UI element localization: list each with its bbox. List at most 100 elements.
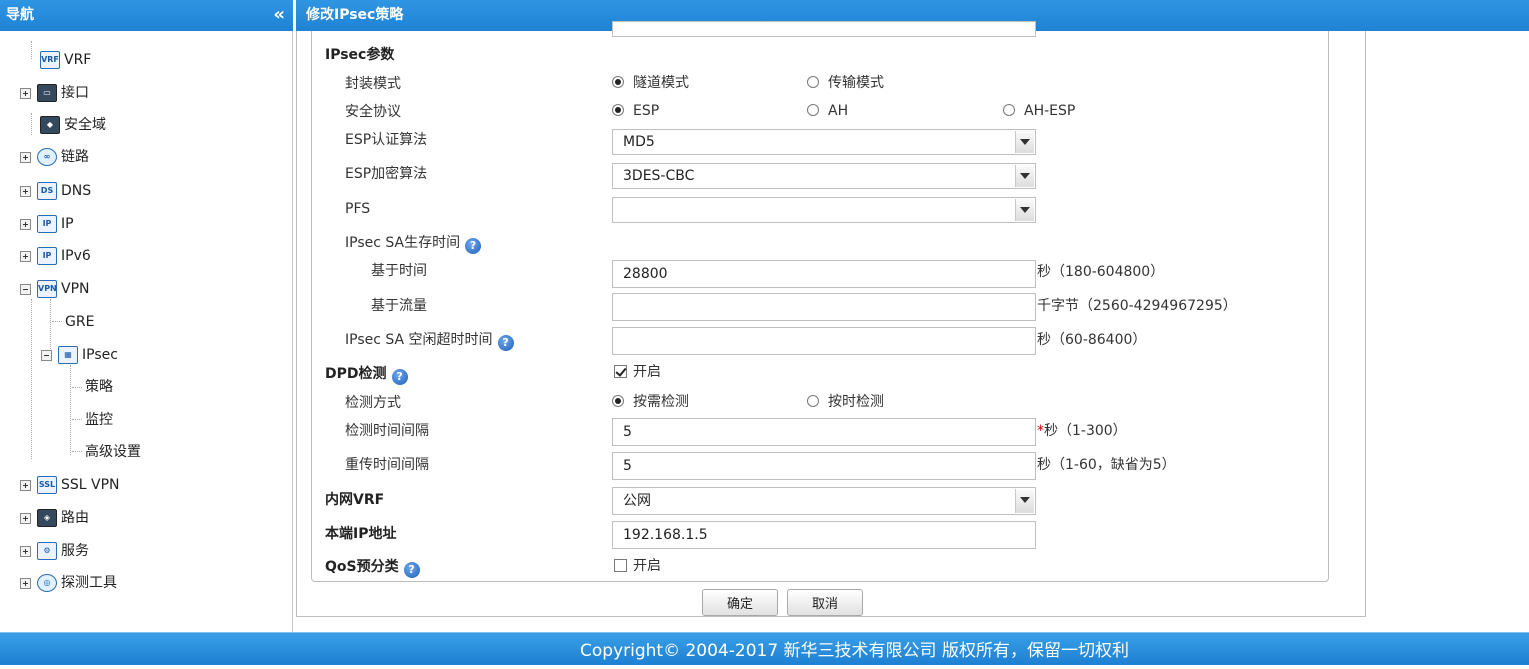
pfs-select[interactable] xyxy=(612,197,1036,223)
radio-transport-mode[interactable]: 传输模式 xyxy=(807,73,884,93)
vpn-icon: VPN xyxy=(37,280,57,298)
sidebar-item-label: IPv6 xyxy=(61,248,91,264)
chevron-down-icon[interactable] xyxy=(1015,165,1034,187)
sidebar-item-label: 服务 xyxy=(61,543,89,559)
retrans-interval-unit: 秒（1-60，缺省为5） xyxy=(1037,457,1176,473)
chevron-down-icon[interactable] xyxy=(1015,199,1034,221)
radio-dot xyxy=(612,395,624,407)
sidebar-item-service[interactable]: ⚙ 服务 xyxy=(20,539,89,563)
expand-icon[interactable] xyxy=(20,577,31,589)
link-icon: ∞ xyxy=(37,148,57,166)
previous-field-edge[interactable] xyxy=(612,21,1036,37)
time-based-input[interactable] xyxy=(612,260,1036,288)
sidebar-item-security-zone[interactable]: ◆ 安全域 xyxy=(40,113,106,137)
help-icon[interactable]: ? xyxy=(391,369,408,385)
collapse-nav-icon[interactable]: « xyxy=(273,0,285,30)
dpd-enable-checkbox[interactable]: 开启 xyxy=(614,362,661,382)
help-icon[interactable]: ? xyxy=(403,562,420,578)
expand-icon[interactable] xyxy=(20,479,31,491)
radio-label: 按需检测 xyxy=(633,394,689,410)
sidebar-item-ssl-vpn[interactable]: SSL SSL VPN xyxy=(20,473,120,497)
sidebar-item-ipsec[interactable]: ▦ IPsec xyxy=(41,343,118,367)
radio-label: 隧道模式 xyxy=(633,75,689,91)
ok-button[interactable]: 确定 xyxy=(702,589,778,616)
sidebar-item-gre[interactable]: GRE xyxy=(65,310,94,334)
time-based-label: 基于时间 xyxy=(371,263,427,279)
esp-auth-select[interactable]: MD5 xyxy=(612,129,1036,155)
ssl-vpn-icon: SSL xyxy=(37,476,57,494)
retrans-interval-input[interactable] xyxy=(612,452,1036,480)
pfs-label: PFS xyxy=(345,201,371,217)
service-icon: ⚙ xyxy=(37,542,57,560)
sidebar-item-ipv6[interactable]: IP IPv6 xyxy=(20,244,91,268)
sidebar-item-vpn[interactable]: VPN VPN xyxy=(20,277,90,301)
chevron-down-icon[interactable] xyxy=(1015,489,1034,513)
detect-interval-input[interactable] xyxy=(612,418,1036,446)
local-ip-input[interactable] xyxy=(612,521,1036,549)
sidebar-item-routing[interactable]: ◈ 路由 xyxy=(20,506,89,530)
collapse-icon[interactable] xyxy=(41,349,52,361)
sidebar-item-label: 策略 xyxy=(85,379,113,395)
radio-periodic[interactable]: 按时检测 xyxy=(807,392,884,412)
esp-enc-select[interactable]: 3DES-CBC xyxy=(612,163,1036,189)
cancel-button[interactable]: 取消 xyxy=(787,589,863,616)
probe-icon: ◎ xyxy=(37,574,57,592)
shield-icon: ◆ xyxy=(40,116,60,134)
checkbox-box xyxy=(614,365,627,378)
radio-esp[interactable]: ESP xyxy=(612,101,659,121)
radio-on-demand[interactable]: 按需检测 xyxy=(612,392,689,412)
radio-label: AH-ESP xyxy=(1024,103,1076,119)
idle-timeout-unit: 秒（60-86400） xyxy=(1037,332,1147,348)
checkbox-label: 开启 xyxy=(633,364,661,380)
expand-icon[interactable] xyxy=(20,151,31,163)
expand-icon[interactable] xyxy=(20,218,31,230)
checkbox-label: 开启 xyxy=(633,558,661,574)
traffic-based-label: 基于流量 xyxy=(371,298,427,314)
nav-header: 导航 « xyxy=(0,0,293,31)
unit-text: 秒（1-300） xyxy=(1044,423,1127,439)
expand-icon[interactable] xyxy=(20,87,31,99)
inner-vrf-select[interactable]: 公网 xyxy=(612,487,1036,515)
sidebar-item-label: IPsec xyxy=(82,347,118,363)
ipv6-icon: IP xyxy=(37,247,57,265)
collapse-icon[interactable] xyxy=(20,283,31,295)
traffic-based-input[interactable] xyxy=(612,293,1036,321)
expand-icon[interactable] xyxy=(20,545,31,557)
sidebar-item-monitor[interactable]: 监控 xyxy=(85,408,113,432)
esp-enc-label: ESP加密算法 xyxy=(345,166,428,182)
copyright-text: Copyright© 2004-2017 新华三技术有限公司 版权所有，保留一切… xyxy=(580,641,1129,661)
sidebar-item-link[interactable]: ∞ 链路 xyxy=(20,145,89,169)
vrf-icon: VRF xyxy=(40,51,60,69)
expand-icon[interactable] xyxy=(20,250,31,262)
idle-timeout-text: IPsec SA 空闲超时时间 xyxy=(345,332,493,348)
security-protocol-label: 安全协议 xyxy=(345,104,401,120)
chevron-down-icon[interactable] xyxy=(1015,131,1034,153)
sidebar-item-ip[interactable]: IP IP xyxy=(20,212,74,236)
radio-ah[interactable]: AH xyxy=(807,101,848,121)
sidebar-item-label: 链路 xyxy=(61,149,89,165)
sidebar-item-label: 探测工具 xyxy=(61,575,117,591)
sidebar-item-policy[interactable]: 策略 xyxy=(85,375,113,399)
sidebar-item-label: IP xyxy=(61,216,74,232)
sidebar-item-probe-tools[interactable]: ◎ 探测工具 xyxy=(20,571,117,595)
expand-icon[interactable] xyxy=(20,185,31,197)
help-icon[interactable]: ? xyxy=(497,335,514,351)
time-based-unit: 秒（180-604800） xyxy=(1037,264,1165,280)
sidebar-item-interface[interactable]: ▭ 接口 xyxy=(20,81,89,105)
radio-dot xyxy=(612,104,624,116)
sidebar-item-label: 高级设置 xyxy=(85,444,141,460)
sidebar-item-advanced[interactable]: 高级设置 xyxy=(85,440,141,464)
radio-label: AH xyxy=(828,103,849,119)
radio-dot xyxy=(807,395,819,407)
dpd-text: DPD检测 xyxy=(325,366,387,382)
expand-icon[interactable] xyxy=(20,512,31,524)
required-mark: * xyxy=(1037,423,1044,439)
radio-tunnel-mode[interactable]: 隧道模式 xyxy=(612,73,689,93)
idle-timeout-input[interactable] xyxy=(612,327,1036,355)
sidebar-item-vrf[interactable]: VRF VRF xyxy=(40,48,91,72)
form-box: IPsec参数 封装模式 隧道模式 传输模式 安全协议 ESP AH AH-ES… xyxy=(311,21,1329,582)
radio-ah-esp[interactable]: AH-ESP xyxy=(1003,101,1075,121)
sidebar-item-dns[interactable]: DS DNS xyxy=(20,179,91,203)
qos-enable-checkbox[interactable]: 开启 xyxy=(614,556,661,576)
help-icon[interactable]: ? xyxy=(465,238,482,254)
